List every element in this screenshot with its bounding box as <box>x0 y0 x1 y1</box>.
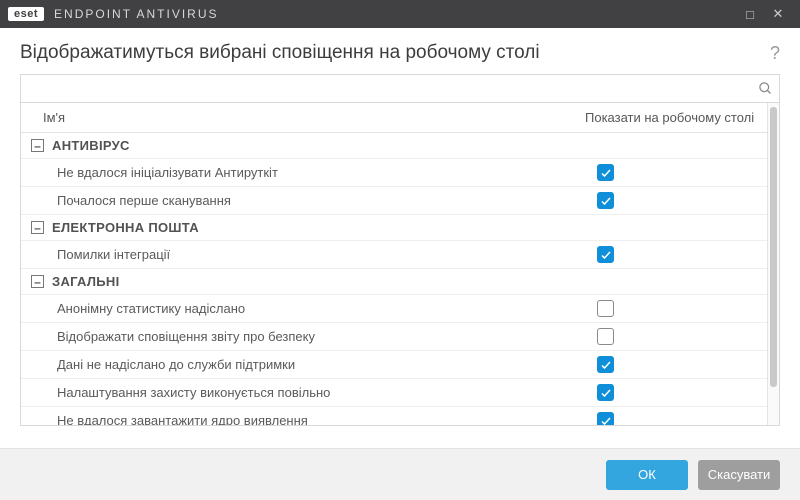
table-row[interactable]: Дані не надіслано до служби підтримки <box>21 351 767 379</box>
group-header[interactable]: –ЗАГАЛЬНІ <box>21 269 767 295</box>
table-row[interactable]: Не вдалося завантажити ядро виявлення <box>21 407 767 425</box>
group-name: АНТИВІРУС <box>52 138 130 153</box>
row-label: Відображати сповіщення звіту про безпеку <box>57 329 597 344</box>
table-row[interactable]: Не вдалося ініціалізувати Антируткіт <box>21 159 767 187</box>
dialog-header: Відображатимуться вибрані сповіщення на … <box>0 28 800 74</box>
row-label: Не вдалося завантажити ядро виявлення <box>57 413 597 425</box>
row-label: Дані не надіслано до служби підтримки <box>57 357 597 372</box>
close-icon[interactable]: ✕ <box>764 6 792 22</box>
ok-button[interactable]: ОК <box>606 460 688 490</box>
help-icon[interactable]: ? <box>770 43 780 64</box>
row-label: Почалося перше сканування <box>57 193 597 208</box>
show-checkbox[interactable] <box>597 412 614 425</box>
column-show[interactable]: Показати на робочому столі <box>575 103 767 132</box>
show-checkbox[interactable] <box>597 164 614 181</box>
group-name: ЕЛЕКТРОННА ПОШТА <box>52 220 199 235</box>
notifications-table: Ім'я Показати на робочому столі –АНТИВІР… <box>20 102 780 426</box>
titlebar: eset ENDPOINT ANTIVIRUS □ ✕ <box>0 0 800 28</box>
scrollbar-thumb[interactable] <box>770 107 777 387</box>
row-label: Помилки інтеграції <box>57 247 597 262</box>
app-name: ENDPOINT ANTIVIRUS <box>54 7 218 21</box>
dialog-footer: ОК Скасувати <box>0 448 800 500</box>
table-header: Ім'я Показати на робочому столі <box>21 103 767 133</box>
show-checkbox[interactable] <box>597 300 614 317</box>
group-header[interactable]: –ЕЛЕКТРОННА ПОШТА <box>21 215 767 241</box>
collapse-icon[interactable]: – <box>31 221 44 234</box>
group-name: ЗАГАЛЬНІ <box>52 274 120 289</box>
row-label: Налаштування захисту виконується повільн… <box>57 385 597 400</box>
show-checkbox[interactable] <box>597 246 614 263</box>
maximize-icon[interactable]: □ <box>736 7 764 22</box>
row-label: Анонімну статистику надіслано <box>57 301 597 316</box>
table-row[interactable]: Помилки інтеграції <box>21 241 767 269</box>
table-row[interactable]: Налаштування захисту виконується повільн… <box>21 379 767 407</box>
scrollbar[interactable] <box>767 103 779 425</box>
group-header[interactable]: –АНТИВІРУС <box>21 133 767 159</box>
dialog-title: Відображатимуться вибрані сповіщення на … <box>20 42 770 64</box>
show-checkbox[interactable] <box>597 192 614 209</box>
cancel-button[interactable]: Скасувати <box>698 460 780 490</box>
show-checkbox[interactable] <box>597 356 614 373</box>
search-input[interactable] <box>21 75 751 102</box>
search-box <box>20 74 780 102</box>
collapse-icon[interactable]: – <box>31 139 44 152</box>
search-icon[interactable] <box>751 75 779 102</box>
show-checkbox[interactable] <box>597 328 614 345</box>
brand-logo: eset <box>8 7 44 21</box>
collapse-icon[interactable]: – <box>31 275 44 288</box>
table-row[interactable]: Анонімну статистику надіслано <box>21 295 767 323</box>
table-row[interactable]: Відображати сповіщення звіту про безпеку <box>21 323 767 351</box>
table-row[interactable]: Почалося перше сканування <box>21 187 767 215</box>
row-label: Не вдалося ініціалізувати Антируткіт <box>57 165 597 180</box>
show-checkbox[interactable] <box>597 384 614 401</box>
column-name[interactable]: Ім'я <box>21 103 575 132</box>
